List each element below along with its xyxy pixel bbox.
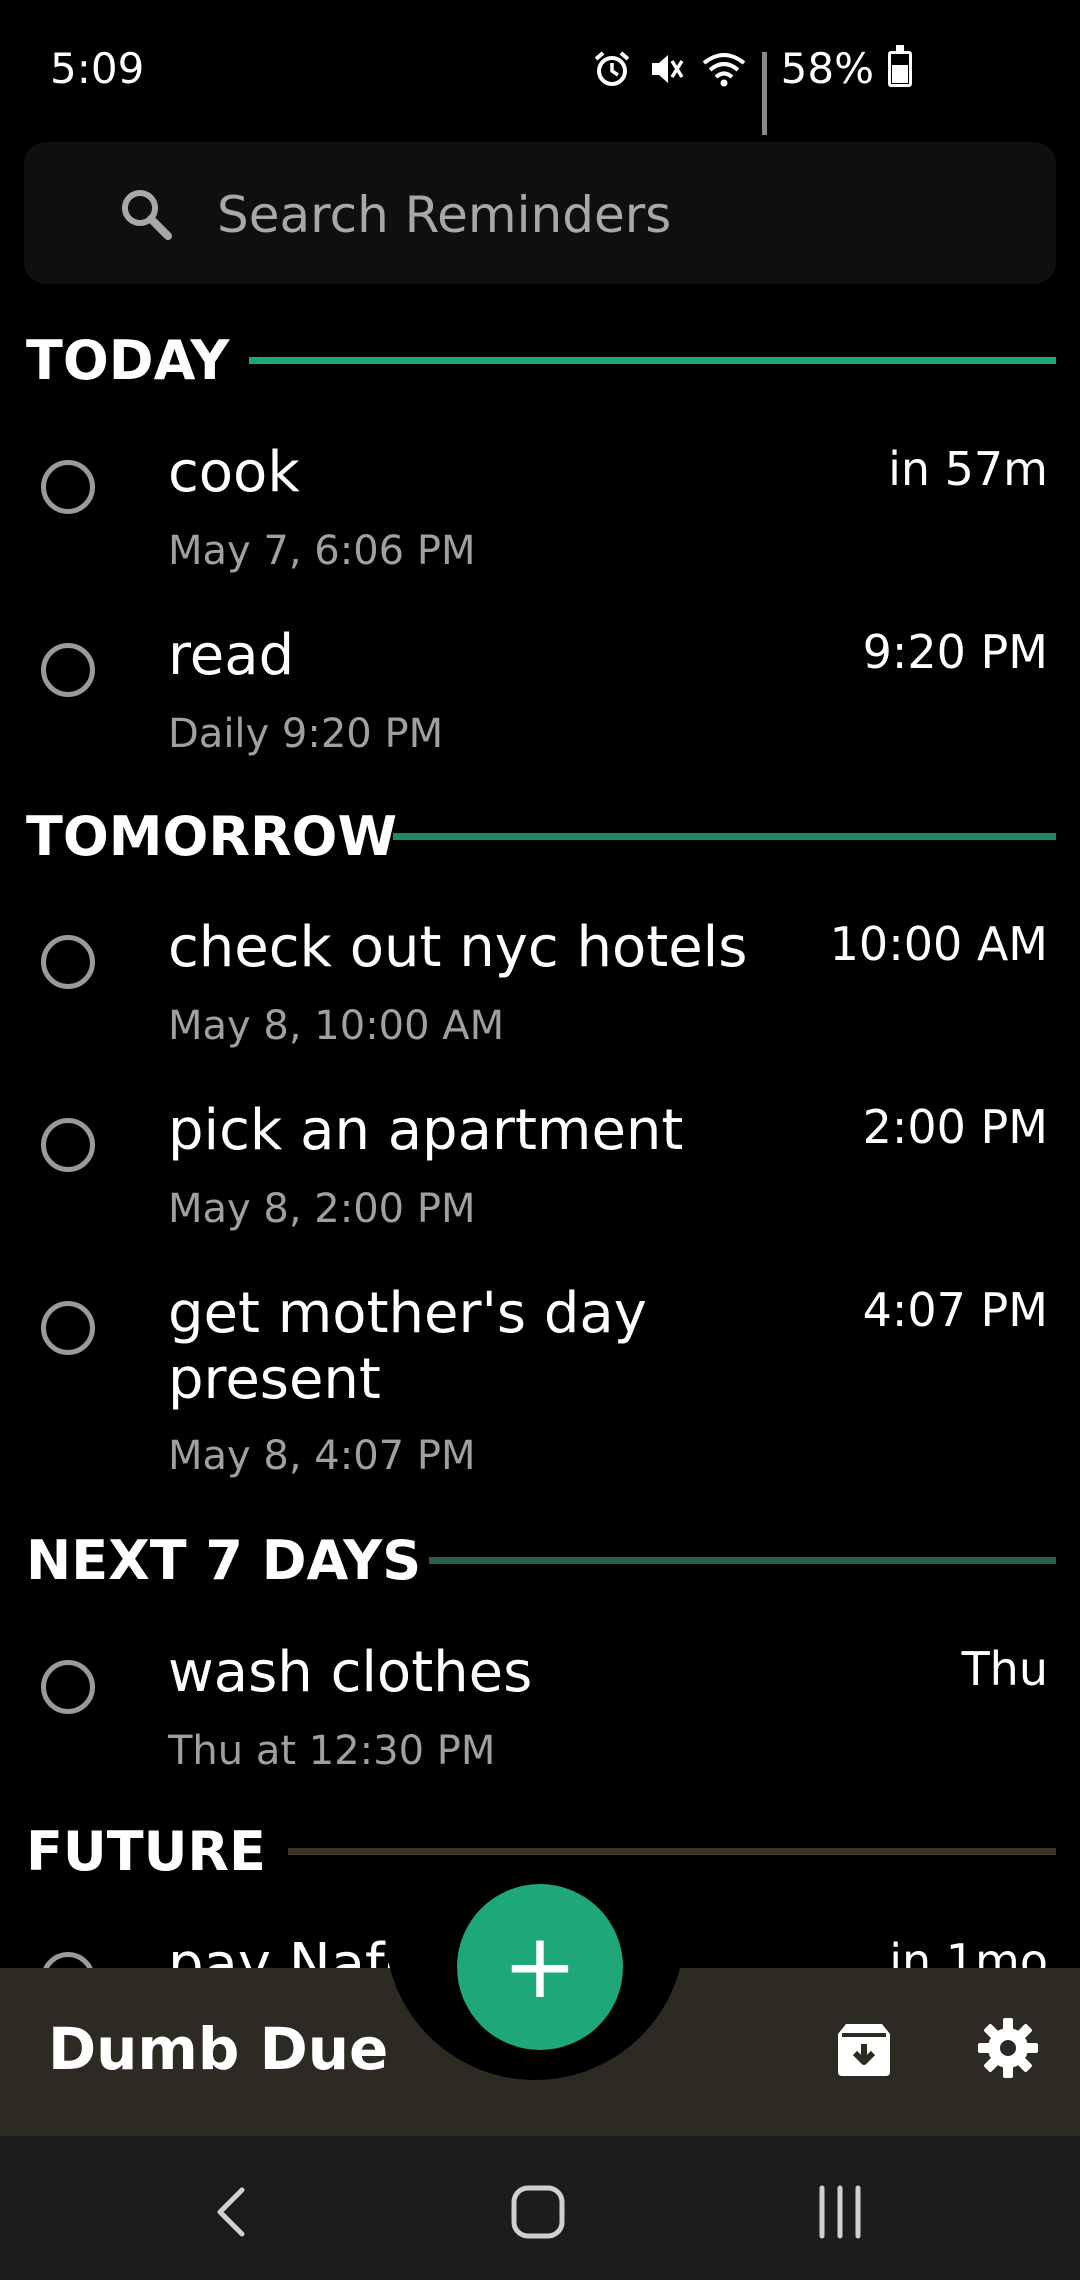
section-tomorrow: TOMORROW	[26, 805, 1056, 875]
search-icon	[122, 190, 172, 240]
archive-icon[interactable]	[834, 2020, 894, 2080]
home-icon[interactable]	[506, 2180, 570, 2244]
mute-icon	[651, 54, 684, 83]
wifi-icon	[702, 52, 745, 86]
section-divider	[429, 1557, 1056, 1564]
section-divider	[288, 1848, 1056, 1855]
item-subtitle: May 8, 2:00 PM	[168, 1186, 476, 1232]
section-divider	[393, 833, 1056, 840]
item-due: 2:00 PM	[862, 1100, 1048, 1154]
battery-icon	[888, 44, 912, 87]
complete-checkbox[interactable]	[41, 935, 95, 989]
section-divider	[249, 357, 1056, 364]
item-due: Thu	[961, 1642, 1048, 1696]
item-subtitle: Thu at 12:30 PM	[168, 1728, 496, 1774]
app-title: Dumb Due	[48, 2015, 389, 2083]
complete-checkbox[interactable]	[41, 1118, 95, 1172]
status-icons: 58%	[592, 44, 912, 135]
item-title: get mother's day present	[168, 1281, 647, 1412]
item-title: read	[168, 623, 295, 688]
complete-checkbox[interactable]	[41, 460, 95, 514]
gear-icon[interactable]	[976, 2016, 1040, 2080]
item-subtitle: May 8, 4:07 PM	[168, 1433, 476, 1479]
search-input[interactable]: Search Reminders	[217, 186, 671, 244]
section-title: FUTURE	[26, 1820, 266, 1883]
add-reminder-button[interactable]: +	[457, 1884, 623, 2050]
section-future: FUTURE	[26, 1820, 1056, 1890]
status-time: 5:09	[50, 44, 145, 93]
recents-icon[interactable]	[808, 2180, 872, 2244]
complete-checkbox[interactable]	[41, 1301, 95, 1355]
item-title: cook	[168, 440, 300, 505]
item-due: 9:20 PM	[862, 625, 1048, 679]
complete-checkbox[interactable]	[41, 1660, 95, 1714]
search-bar[interactable]: Search Reminders	[24, 142, 1056, 284]
alarm-icon	[594, 50, 629, 86]
section-next-7-days: NEXT 7 DAYS	[26, 1529, 1056, 1599]
item-subtitle: May 7, 6:06 PM	[168, 528, 476, 574]
item-subtitle: May 8, 10:00 AM	[168, 1003, 505, 1049]
section-title: TODAY	[26, 329, 230, 392]
item-title: wash clothes	[168, 1640, 533, 1705]
plus-icon: +	[502, 1914, 578, 2019]
item-due: 4:07 PM	[862, 1283, 1048, 1337]
item-title: pick an apartment	[168, 1098, 684, 1163]
signal-icon	[761, 51, 767, 135]
battery-percent: 58%	[780, 44, 874, 93]
back-icon[interactable]	[202, 2180, 266, 2244]
item-due: 10:00 AM	[829, 917, 1048, 971]
system-nav-bar	[0, 2136, 1080, 2280]
complete-checkbox[interactable]	[41, 643, 95, 697]
item-subtitle: Daily 9:20 PM	[168, 711, 444, 757]
section-title: TOMORROW	[26, 805, 398, 868]
section-today: TODAY	[26, 329, 1056, 399]
item-due: in 57m	[888, 442, 1048, 496]
status-bar: 5:09 58%	[0, 0, 1080, 140]
item-title: check out nyc hotels	[168, 915, 748, 980]
section-title: NEXT 7 DAYS	[26, 1529, 422, 1592]
